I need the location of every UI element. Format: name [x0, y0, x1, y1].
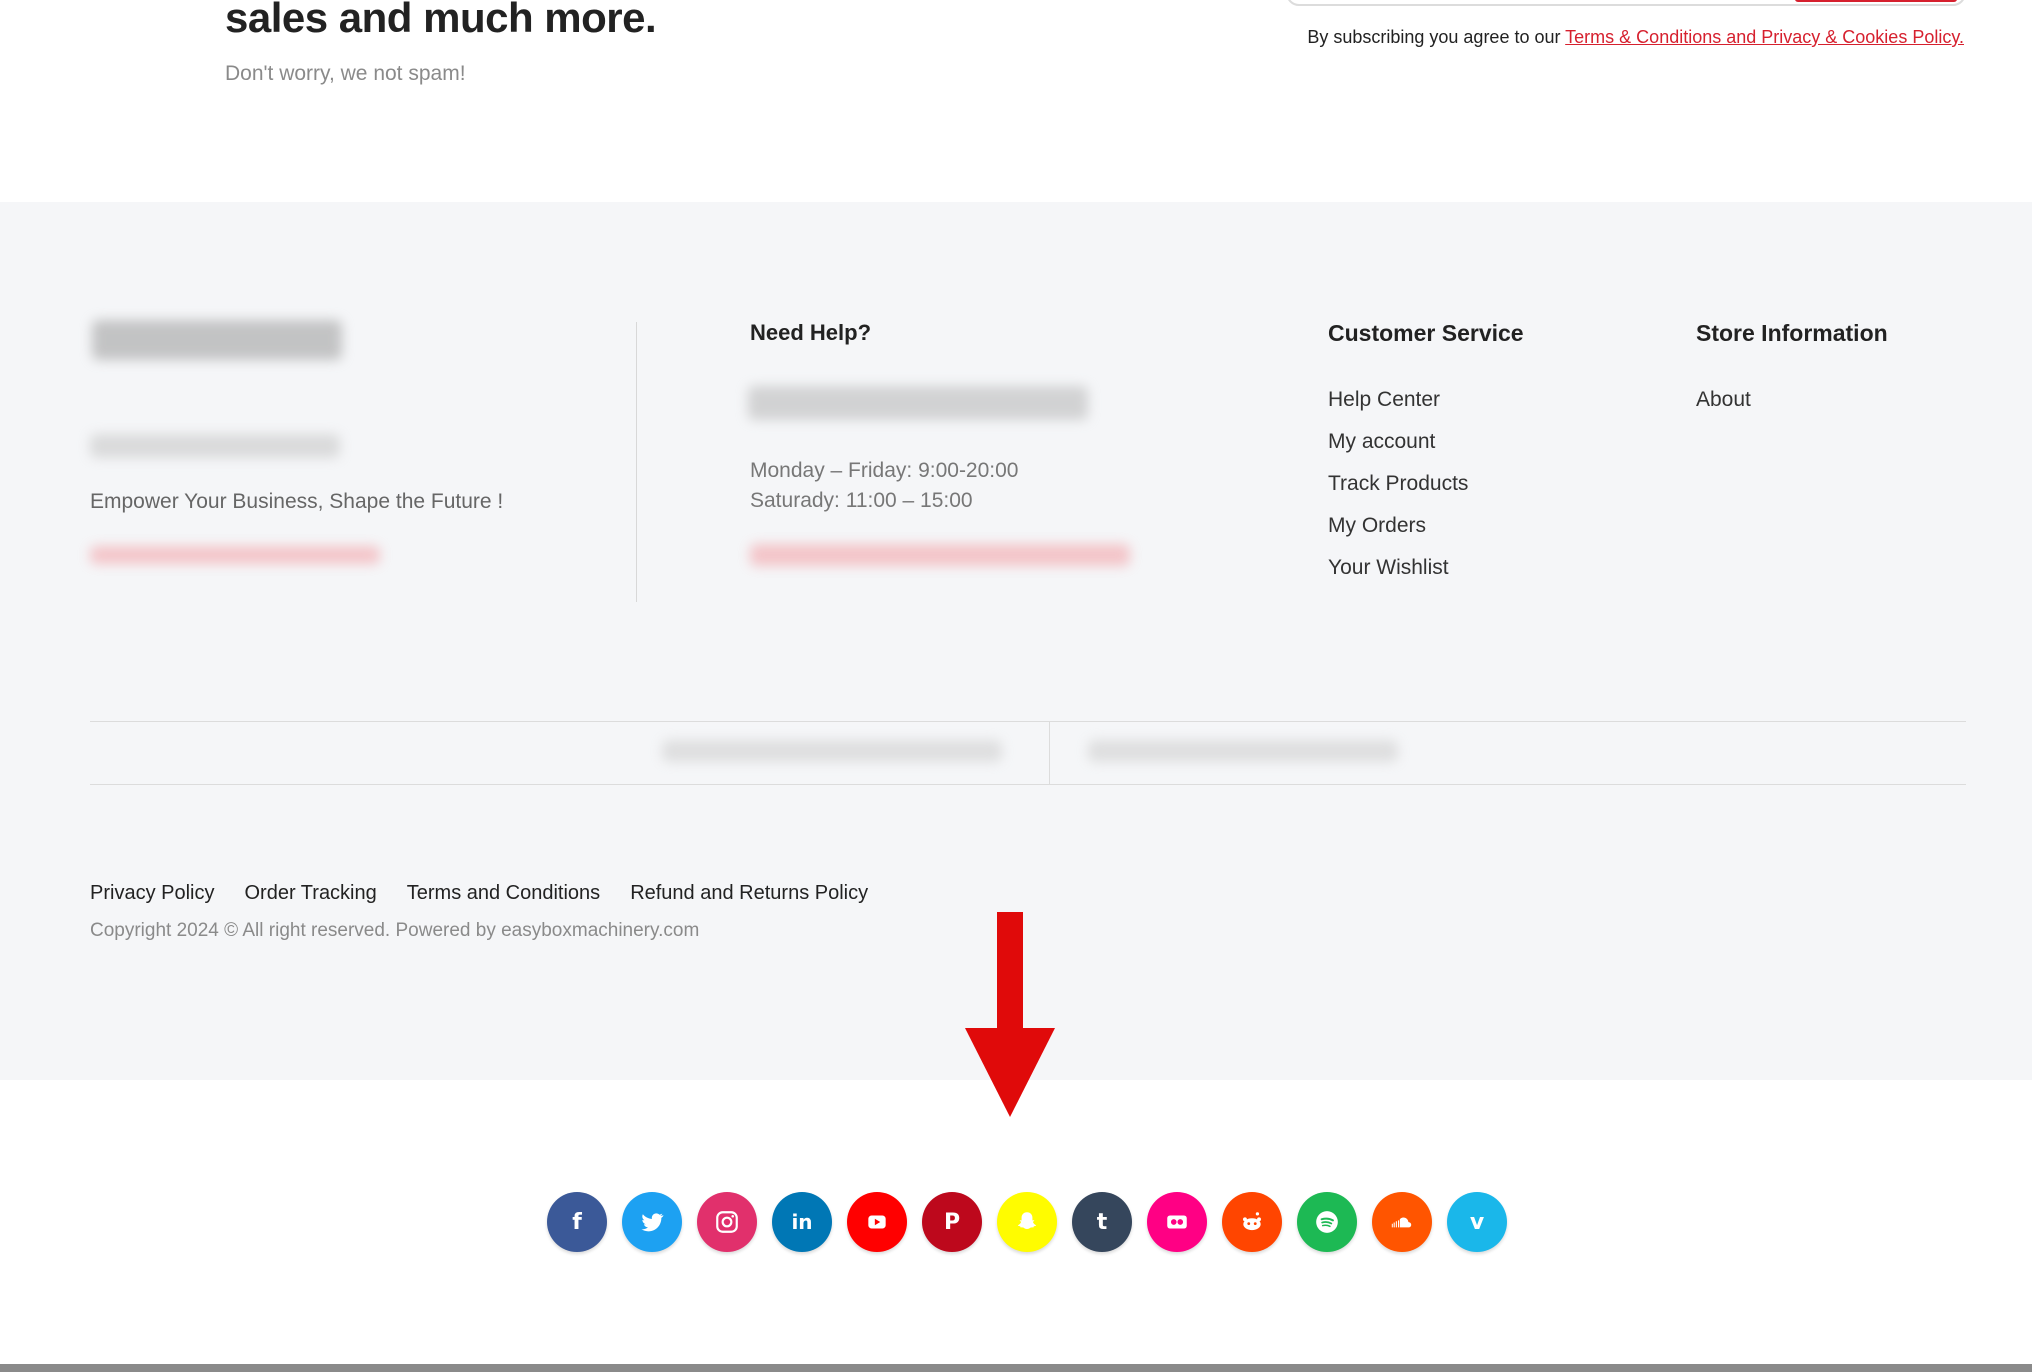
- linkedin-icon-glyph: in: [791, 1210, 813, 1234]
- legal-links: Privacy Policy Order Tracking Terms and …: [90, 882, 868, 905]
- facebook-icon-glyph: f: [572, 1209, 582, 1235]
- footer-info-separator: [1049, 722, 1050, 784]
- pinterest-icon-glyph: P: [943, 1209, 961, 1235]
- facebook-icon[interactable]: f: [547, 1192, 607, 1252]
- subscribe-button[interactable]: [1795, 0, 1957, 2]
- spotify-icon[interactable]: [1297, 1192, 1357, 1252]
- footer-info-left: [662, 740, 1002, 762]
- soundcloud-icon[interactable]: [1372, 1192, 1432, 1252]
- store-information-links: About: [1696, 383, 1751, 425]
- page-bottom-bar: [0, 1364, 2032, 1372]
- tumblr-icon[interactable]: t: [1072, 1192, 1132, 1252]
- phone-number[interactable]: [748, 386, 1088, 420]
- refund-returns-link[interactable]: Refund and Returns Policy: [630, 882, 868, 905]
- newsletter-subtext: Don't worry, we not spam!: [225, 62, 466, 85]
- footer-link-about[interactable]: About: [1696, 383, 1751, 425]
- youtube-icon[interactable]: [847, 1192, 907, 1252]
- red-arrow-down-icon: [965, 912, 1055, 1117]
- footer-divider-bottom: [90, 784, 1966, 785]
- footer-brand-subtitle: [90, 434, 340, 458]
- footer-email-link[interactable]: [90, 546, 380, 564]
- footer-link-track-products[interactable]: Track Products: [1328, 467, 1468, 509]
- newsletter-terms: By subscribing you agree to our Terms & …: [1307, 27, 1964, 48]
- footer-divider-top: [90, 721, 1966, 722]
- footer-link-help-center[interactable]: Help Center: [1328, 383, 1468, 425]
- store-information-title: Store Information: [1696, 320, 1888, 346]
- flickr-icon[interactable]: [1147, 1192, 1207, 1252]
- help-email-link[interactable]: [750, 544, 1130, 566]
- linkedin-icon[interactable]: in: [772, 1192, 832, 1252]
- footer-info-right: [1088, 740, 1398, 762]
- newsletter-terms-prefix: By subscribing you agree to our: [1307, 27, 1566, 47]
- instagram-icon[interactable]: [697, 1192, 757, 1252]
- footer-logo[interactable]: [92, 320, 342, 360]
- newsletter-heading: sales and much more.: [225, 0, 657, 41]
- need-help-title: Need Help?: [750, 320, 872, 345]
- pinterest-icon[interactable]: P: [922, 1192, 982, 1252]
- column-divider: [636, 322, 637, 602]
- snapchat-icon[interactable]: [997, 1192, 1057, 1252]
- footer-tagline: Empower Your Business, Shape the Future …: [90, 490, 504, 513]
- order-tracking-link[interactable]: Order Tracking: [244, 882, 376, 905]
- customer-service-title: Customer Service: [1328, 320, 1524, 346]
- social-links: f in Pt v: [547, 1192, 1507, 1252]
- business-hours: Monday – Friday: 9:00-20:00 Saturady: 11…: [750, 456, 1019, 516]
- twitter-icon[interactable]: [622, 1192, 682, 1252]
- copyright-text: Copyright 2024 © All right reserved. Pow…: [90, 920, 700, 941]
- reddit-icon[interactable]: [1222, 1192, 1282, 1252]
- hours-weekday: Monday – Friday: 9:00-20:00: [750, 459, 1019, 482]
- privacy-policy-link[interactable]: Privacy Policy: [90, 882, 214, 905]
- tumblr-icon-glyph: t: [1096, 1209, 1108, 1235]
- customer-service-links: Help Center My account Track Products My…: [1328, 383, 1468, 593]
- vimeo-icon-glyph: v: [1469, 1209, 1485, 1235]
- terms-policy-link[interactable]: Terms & Conditions and Privacy & Cookies…: [1565, 27, 1964, 47]
- vimeo-icon[interactable]: v: [1447, 1192, 1507, 1252]
- footer-link-wishlist[interactable]: Your Wishlist: [1328, 551, 1468, 593]
- footer-link-my-orders[interactable]: My Orders: [1328, 509, 1468, 551]
- footer-link-my-account[interactable]: My account: [1328, 425, 1468, 467]
- newsletter-section: sales and much more. Don't worry, we not…: [0, 0, 2032, 202]
- terms-conditions-link[interactable]: Terms and Conditions: [407, 882, 600, 905]
- hours-saturday: Saturady: 11:00 – 15:00: [750, 489, 973, 512]
